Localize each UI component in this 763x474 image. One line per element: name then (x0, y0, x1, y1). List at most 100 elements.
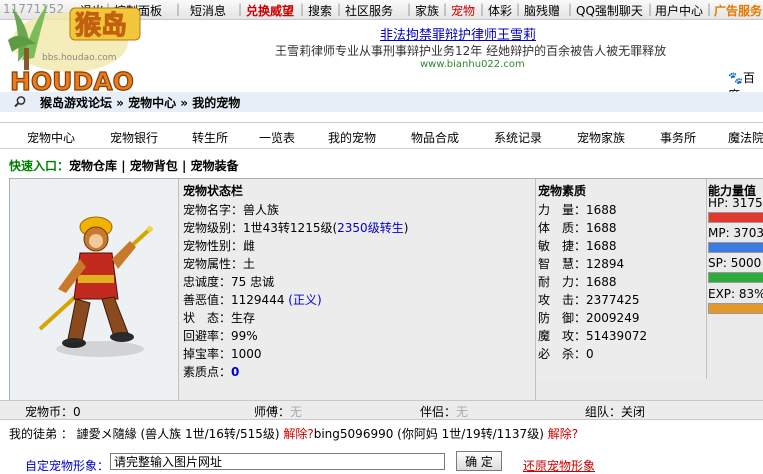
apprentice-2: bing5096990 (你阿妈 1世/19转/1137级) (313, 427, 548, 441)
pet-karma-row: 善恶值：1129444 (正义) (183, 291, 322, 308)
ad-service-link[interactable]: 广告服务 (714, 2, 762, 19)
ad-banner-url[interactable]: www.bianhu022.com (420, 59, 525, 70)
attr-defense: 防 御：2009249 (538, 309, 639, 326)
menu-system-log[interactable]: 系统记录 (494, 129, 542, 146)
pet-points-row: 素质点：0 (183, 363, 239, 380)
attr-value: 1688 (586, 239, 617, 253)
custom-image-url-input[interactable] (110, 453, 445, 470)
qq-chat-link[interactable]: QQ强制聊天 (576, 2, 643, 19)
attr-label: 必 杀： (538, 347, 587, 361)
quick-pet-equipment[interactable]: 宠物装备 (191, 159, 239, 173)
menu-rebirth[interactable]: 转生所 (192, 129, 228, 146)
pet-state-value: 生存 (231, 311, 256, 325)
pet-dodge-value: 99% (231, 329, 258, 343)
pet-group-label: 组队： (585, 405, 622, 419)
pet-drop-label: 掉宝率： (183, 347, 232, 361)
confirm-button[interactable]: 确 定 (456, 451, 502, 471)
pet-image-frame (10, 179, 179, 400)
user-center-link[interactable]: 用户中心 (655, 2, 703, 19)
ad-banner-subtitle[interactable]: 王雪莉律师专业从事刑事辩护业务12年 经她辩护的百余被告人被无罪释放 (275, 42, 666, 59)
apprentice-label: 我的徒弟 ： (9, 427, 73, 441)
pet-name-row: 宠物名字：兽人族 (183, 201, 279, 218)
restore-pet-image-link[interactable]: 还原宠物形象 (523, 457, 595, 474)
community-service-link[interactable]: 社区服务 (345, 2, 393, 19)
gift-link[interactable]: 脑残赠 (524, 2, 560, 19)
ad-banner-title[interactable]: 非法拘禁罪辩护律师王雪莉 (380, 24, 536, 43)
pet-name-label: 宠物名字： (183, 203, 244, 217)
pet-level-close: ) (403, 221, 409, 235)
mp-bar-fill (709, 243, 763, 252)
pet-gender-label: 宠物性别： (183, 239, 244, 253)
quick-entry: 快速入口：宠物仓库 | 宠物背包 | 宠物装备 (9, 159, 239, 173)
attr-label: 敏 捷： (538, 239, 587, 253)
menu-pet-center[interactable]: 宠物中心 (27, 129, 75, 146)
pet-master: 师傅：无 (254, 403, 302, 420)
search-icon[interactable] (13, 95, 27, 112)
logo-graphic: 猴岛 bbs.houdao.com HOUDAO (8, 4, 141, 97)
pet-attributes-section: 宠物素质 力 量：1688 体 质：1688 敏 捷：1688 智 慧：1289… (536, 179, 707, 379)
logo-url-text: bbs.houdao.com (42, 53, 117, 63)
pet-monkey-warrior-image (38, 216, 153, 357)
sp-bar-fill (709, 273, 763, 282)
mp-label: MP: 3703 (708, 226, 763, 240)
menu-pet-family[interactable]: 宠物家族 (577, 129, 625, 146)
rebirth-level-link[interactable]: 2350级转生 (337, 221, 404, 235)
exchange-prestige-link[interactable]: 兑换威望 (246, 2, 294, 19)
pet-drop-row: 掉宝率：1000 (183, 345, 262, 362)
pet-loyalty-label: 忠诚度： (183, 275, 232, 289)
apprentice-1: 謰愛メ隨緣 (兽人族 1世/16转/515级) (76, 427, 284, 441)
pet-karma-label: 善恶值： (183, 293, 232, 307)
pet-name-value: 兽人族 (243, 203, 280, 217)
pet-level-value: 1世43转1215级( (243, 221, 338, 235)
pet-dodge-label: 回避率： (183, 329, 232, 343)
family-link[interactable]: 家族 (415, 2, 439, 19)
pet-coin: 宠物币：0 (25, 403, 81, 420)
menu-magic-court[interactable]: 魔法院 (728, 129, 763, 146)
site-logo[interactable]: 猴岛 bbs.houdao.com HOUDAO (0, 0, 165, 97)
pet-gender-value: 雌 (243, 239, 256, 253)
attr-label: 力 量： (538, 203, 587, 217)
lottery-link[interactable]: 体彩 (488, 2, 512, 19)
pet-menu-bar: 宠物中心 宠物银行 转生所 一览表 我的宠物 物品合成 系统记录 宠物家族 事务… (0, 122, 763, 149)
menu-overview[interactable]: 一览表 (259, 129, 295, 146)
search-link[interactable]: 搜索 (308, 2, 332, 19)
pet-status-section: 宠物状态栏 宠物名字：兽人族 宠物级别：1世43转1215级(2350级转生) … (180, 179, 536, 400)
pet-element-row: 宠物属性：土 (183, 255, 255, 272)
quick-pet-warehouse[interactable]: 宠物仓库 (69, 159, 117, 173)
apprentice-1-remove-link[interactable]: 解除? (283, 427, 313, 441)
paw-icon: 🐾 (728, 71, 743, 85)
pet-level-row: 宠物级别：1世43转1215级(2350级转生) (183, 219, 408, 236)
pet-link[interactable]: 宠物 (451, 2, 475, 19)
pet-social-row: 宠物币：0 师傅：无 伴侣：无 组队：关闭 (0, 400, 763, 420)
pet-coin-value: 0 (73, 405, 81, 419)
menu-item-synthesis[interactable]: 物品合成 (411, 129, 459, 146)
messages-link[interactable]: 短消息 (190, 2, 226, 19)
menu-my-pet[interactable]: 我的宠物 (328, 129, 376, 146)
exp-bar-fill (709, 304, 763, 313)
pet-group: 组队：关闭 (585, 403, 645, 420)
pet-loyalty-value: 75 忠诚 (231, 275, 275, 289)
karma-justice-link[interactable]: (正义) (288, 293, 321, 307)
attributes-header: 宠物素质 (538, 184, 587, 198)
pet-drop-value: 1000 (231, 347, 262, 361)
sp-bar (708, 272, 763, 283)
breadcrumb[interactable]: 猴岛游戏论坛 » 宠物中心 » 我的宠物 (40, 94, 240, 111)
quick-pet-backpack[interactable]: 宠物背包 (130, 159, 178, 173)
pet-group-value: 关闭 (621, 405, 646, 419)
exp-label: EXP: 83% (708, 287, 763, 301)
pet-master-label: 师傅： (254, 405, 291, 419)
pet-state-row: 状 态：生存 (183, 309, 255, 326)
menu-office[interactable]: 事务所 (660, 129, 696, 146)
pet-element-label: 宠物属性： (183, 257, 244, 271)
pet-partner-label: 伴侣： (420, 405, 457, 419)
pet-dodge-row: 回避率：99% (183, 327, 258, 344)
pet-karma-value: 1129444 (231, 293, 289, 307)
mp-bar (708, 242, 763, 253)
attr-label: 防 御： (538, 311, 587, 325)
menu-pet-bank[interactable]: 宠物银行 (110, 129, 158, 146)
pet-points-value: 0 (231, 365, 240, 379)
apprentice-2-remove-link[interactable]: 解除? (548, 427, 578, 441)
pet-level-label: 宠物级别： (183, 221, 244, 235)
pet-element-value: 土 (243, 257, 256, 271)
hp-bar-fill (709, 213, 763, 222)
